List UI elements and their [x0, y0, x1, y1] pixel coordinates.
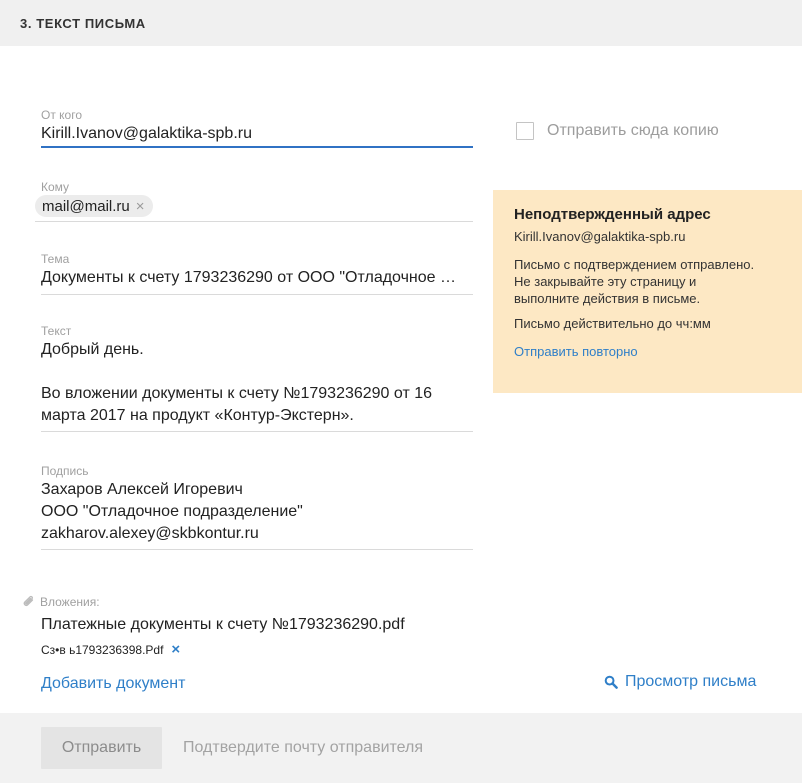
body-textarea[interactable]: Добрый день. Во вложении документы к сче… — [41, 339, 473, 432]
attachment-filename[interactable]: Сз•в ь1793236398.Pdf — [41, 643, 163, 657]
subject-input[interactable]: Документы к счету 1793236290 от ООО "Отл… — [41, 267, 473, 295]
from-input[interactable]: Kirill.Ivanov@galaktika-spb.ru — [41, 123, 473, 148]
recipient-email: mail@mail.ru — [42, 197, 130, 215]
attachment-item[interactable]: Платежные документы к счету №1793236290.… — [41, 616, 405, 634]
signature-textarea[interactable]: Захаров Алексей Игоревич ООО "Отладочное… — [41, 479, 473, 550]
section-header: 3. ТЕКСТ ПИСЬМА — [0, 0, 802, 46]
attachments-header: Вложения: — [22, 595, 100, 609]
send-hint: Подтвердите почту отправителя — [183, 739, 424, 756]
from-field[interactable]: От кого Kirill.Ivanov@galaktika-spb.ru — [41, 107, 473, 148]
subject-label: Тема — [41, 252, 70, 266]
footer-bar: Отправить Подтвердите почту отправителя — [0, 713, 802, 783]
attachment-item[interactable]: Сз•в ь1793236398.Pdf × — [41, 641, 180, 658]
to-label: Кому — [41, 180, 70, 194]
remove-attachment-icon[interactable]: × — [171, 641, 180, 658]
send-button[interactable]: Отправить — [41, 727, 162, 769]
body-label: Текст — [41, 324, 72, 338]
copy-label[interactable]: Отправить сюда копию — [547, 122, 719, 140]
preview-label[interactable]: Просмотр письма — [625, 673, 756, 691]
unconfirmed-address-notice: Неподтвержденный адрес Kirill.Ivanov@gal… — [493, 190, 802, 393]
copy-checkbox[interactable] — [516, 122, 534, 140]
attachments-label: Вложения: — [40, 595, 100, 609]
notice-title: Неподтвержденный адрес — [514, 206, 711, 223]
search-icon — [604, 675, 618, 689]
signature-field[interactable]: Подпись Захаров Алексей Игоревич ООО "От… — [41, 463, 473, 550]
from-label: От кого — [41, 108, 83, 122]
recipient-chip: mail@mail.ru × — [35, 195, 153, 217]
add-document-link[interactable]: Добавить документ — [41, 675, 185, 693]
section-title: 3. ТЕКСТ ПИСЬМА — [20, 15, 146, 31]
signature-label: Подпись — [41, 464, 89, 478]
notice-email: Kirill.Ivanov@galaktika-spb.ru — [514, 229, 686, 244]
preview-email-link[interactable]: Просмотр письма — [604, 673, 756, 691]
copy-option[interactable]: Отправить сюда копию — [516, 122, 719, 140]
remove-recipient-icon[interactable]: × — [136, 198, 145, 215]
body-field[interactable]: Текст Добрый день. Во вложении документы… — [41, 323, 473, 432]
paperclip-icon — [23, 595, 34, 607]
notice-validity: Письмо действительно до чч:мм — [514, 316, 711, 331]
notice-text: Письмо с подтверждением отправлено. Не з… — [514, 257, 755, 306]
subject-field[interactable]: Тема Документы к счету 1793236290 от ООО… — [41, 251, 473, 295]
to-field[interactable]: Кому mail@mail.ru × — [35, 179, 473, 222]
to-input[interactable]: mail@mail.ru × — [35, 195, 473, 222]
resend-link[interactable]: Отправить повторно — [514, 344, 792, 359]
